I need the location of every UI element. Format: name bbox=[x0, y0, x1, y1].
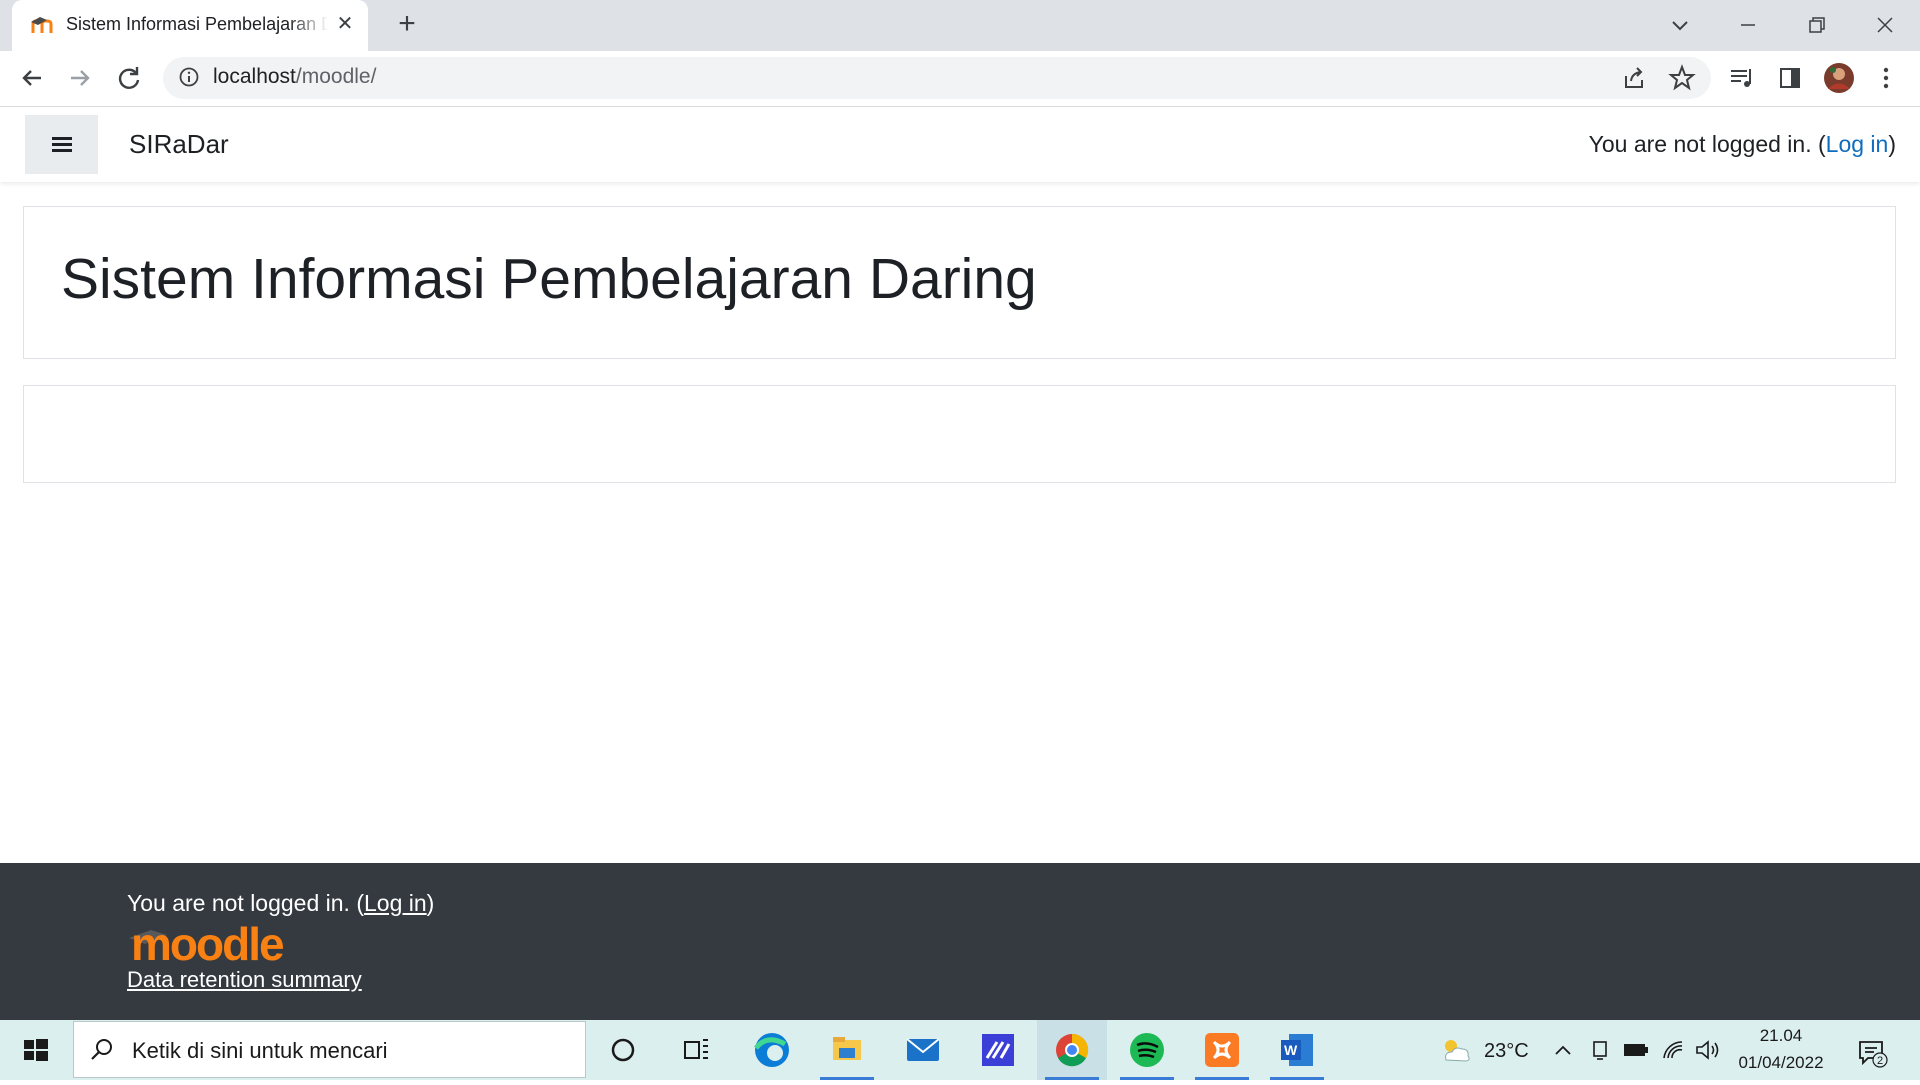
tab-title: Sistem Informasi Pembelajaran Daring bbox=[66, 14, 328, 34]
restore-icon[interactable] bbox=[1802, 10, 1832, 40]
task-view-icon[interactable] bbox=[661, 1020, 731, 1080]
tab-search-chevron-icon[interactable] bbox=[1665, 10, 1695, 40]
site-name[interactable]: SIRaDar bbox=[129, 129, 229, 160]
hamburger-icon bbox=[52, 143, 72, 146]
device-icon[interactable] bbox=[1588, 1038, 1612, 1062]
sidepanel-icon[interactable] bbox=[1776, 64, 1804, 92]
cortana-icon[interactable] bbox=[588, 1020, 658, 1080]
file-explorer-icon[interactable] bbox=[812, 1020, 882, 1080]
edge-icon[interactable] bbox=[737, 1020, 807, 1080]
app-icon[interactable] bbox=[963, 1020, 1033, 1080]
chevron-up-icon[interactable] bbox=[1552, 1040, 1574, 1060]
data-retention-link[interactable]: Data retention summary bbox=[127, 967, 362, 993]
new-tab-icon[interactable]: + bbox=[392, 9, 422, 40]
footer-login-prefix: You are not logged in. ( bbox=[127, 890, 364, 916]
svg-text:W: W bbox=[1284, 1042, 1298, 1058]
windows-start-icon[interactable] bbox=[0, 1020, 72, 1080]
minimize-icon[interactable] bbox=[1733, 10, 1763, 40]
close-window-icon[interactable] bbox=[1870, 10, 1900, 40]
wifi-icon[interactable] bbox=[1660, 1038, 1686, 1062]
spotify-icon[interactable] bbox=[1112, 1020, 1182, 1080]
xampp-icon[interactable] bbox=[1187, 1020, 1257, 1080]
info-icon[interactable] bbox=[178, 66, 200, 88]
clock-date[interactable]: 01/04/2022 bbox=[1728, 1053, 1834, 1073]
hamburger-icon bbox=[52, 149, 72, 152]
word-icon[interactable]: W bbox=[1262, 1020, 1332, 1080]
login-prefix: You are not logged in. ( bbox=[1588, 131, 1826, 157]
navbar-login-link[interactable]: Log in bbox=[1826, 131, 1889, 157]
chrome-icon[interactable] bbox=[1037, 1020, 1107, 1080]
profile-avatar[interactable] bbox=[1823, 62, 1855, 94]
media-icon[interactable] bbox=[1728, 64, 1756, 92]
url-path: /moodle/ bbox=[295, 65, 377, 88]
footer-login-suffix: ) bbox=[426, 890, 435, 916]
search-placeholder: Ketik di sini untuk mencari bbox=[132, 1038, 388, 1063]
url-host: localhost bbox=[213, 65, 296, 88]
tab-close-icon[interactable]: ✕ bbox=[334, 13, 356, 35]
kebab-menu-icon[interactable] bbox=[1876, 64, 1896, 92]
forward-icon[interactable] bbox=[62, 60, 98, 96]
svg-text:2: 2 bbox=[1877, 1055, 1883, 1067]
drawer-toggle-button[interactable] bbox=[25, 115, 98, 174]
address-bar[interactable] bbox=[163, 57, 1711, 99]
notification-icon[interactable]: 2 bbox=[1856, 1036, 1888, 1068]
page-content-card bbox=[23, 385, 1896, 483]
footer-login-link[interactable]: Log in bbox=[364, 890, 427, 916]
share-icon[interactable] bbox=[1620, 64, 1648, 92]
url-text[interactable]: localhost/moodle/ bbox=[213, 65, 376, 89]
clock-time[interactable]: 21.04 bbox=[1736, 1026, 1826, 1046]
volume-icon[interactable] bbox=[1694, 1038, 1722, 1062]
back-icon[interactable] bbox=[14, 60, 50, 96]
footer-login-info: You are not logged in. (Log in) bbox=[127, 890, 434, 917]
reload-icon[interactable] bbox=[111, 60, 147, 96]
page-title: Sistem Informasi Pembelajaran Daring bbox=[61, 247, 1037, 311]
moodle-logo[interactable]: moodle bbox=[127, 920, 297, 964]
moodle-favicon-icon bbox=[31, 17, 53, 33]
hamburger-icon bbox=[52, 137, 72, 140]
svg-text:moodle: moodle bbox=[131, 920, 284, 964]
navbar-login-info: You are not logged in. (Log in) bbox=[1589, 131, 1896, 158]
battery-icon[interactable] bbox=[1622, 1040, 1650, 1060]
weather-temperature[interactable]: 23°C bbox=[1484, 1040, 1529, 1063]
login-suffix: ) bbox=[1888, 131, 1896, 157]
mail-icon[interactable] bbox=[888, 1020, 958, 1080]
weather-icon[interactable] bbox=[1438, 1036, 1474, 1066]
star-icon[interactable] bbox=[1668, 64, 1696, 92]
search-icon bbox=[91, 1039, 112, 1060]
